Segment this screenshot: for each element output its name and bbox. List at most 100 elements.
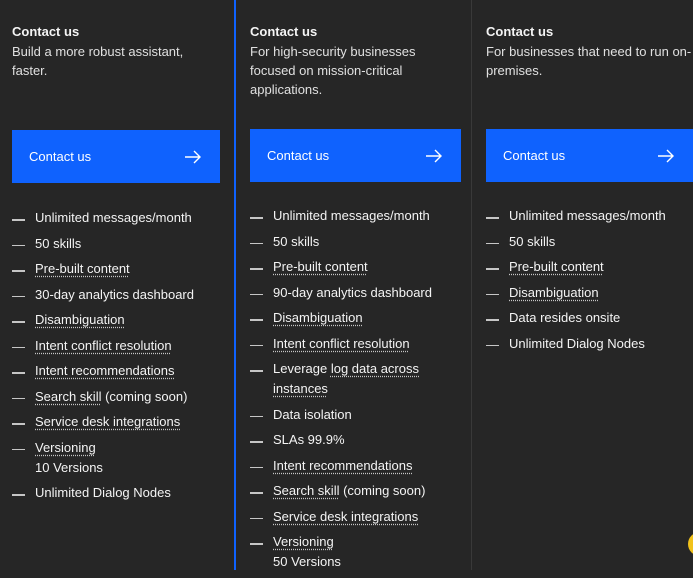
feature-item: Leverage log data across instances — [250, 359, 465, 399]
dash-icon — [250, 242, 263, 244]
feature-item: Search skill (coming soon) — [250, 481, 465, 501]
dash-icon — [486, 268, 499, 270]
feature-link[interactable]: Pre-built content — [273, 259, 368, 274]
dash-icon — [486, 242, 499, 244]
dash-icon — [250, 441, 263, 443]
feature-item: Service desk integrations — [12, 412, 227, 432]
feature-text: 50 skills — [509, 233, 556, 249]
feature-item: Service desk integrations — [250, 507, 465, 527]
feature-item: Disambiguation — [250, 308, 465, 328]
feature-link[interactable]: Intent conflict resolution — [35, 338, 172, 353]
feature-item: Pre-built content — [486, 257, 693, 277]
plan-title: Contact us — [486, 24, 554, 39]
dash-icon — [250, 543, 263, 545]
dash-icon — [486, 293, 499, 295]
contact-us-button[interactable]: Contact us — [12, 130, 220, 183]
dash-icon — [250, 517, 263, 519]
feature-item: Pre-built content — [250, 257, 465, 277]
feature-text: Leverage — [273, 361, 331, 376]
feature-item: Intent conflict resolution — [12, 336, 227, 356]
feature-item: Pre-built content — [12, 259, 227, 279]
feature-item: Unlimited messages/month — [12, 208, 227, 228]
feature-link[interactable]: Versioning — [35, 440, 96, 455]
feature-item: Unlimited messages/month — [486, 206, 693, 226]
dash-icon — [12, 372, 25, 374]
feature-link[interactable]: Search skill — [273, 483, 339, 498]
dash-icon — [12, 494, 25, 496]
feature-link[interactable]: Pre-built content — [35, 261, 130, 276]
dash-icon — [486, 217, 499, 219]
arrow-right-icon — [185, 150, 201, 163]
dash-icon — [12, 270, 25, 272]
feature-item: Versioning 50 Versions — [250, 532, 465, 572]
feature-subtext: 50 Versions — [273, 554, 341, 569]
contact-us-button[interactable]: Contact us — [250, 129, 461, 182]
dash-icon — [250, 344, 263, 346]
dash-icon — [250, 370, 263, 372]
arrow-right-icon — [658, 149, 674, 162]
dash-icon — [12, 219, 25, 221]
feature-suffix: (coming soon) — [101, 388, 188, 404]
feature-link[interactable]: Service desk integrations — [35, 414, 180, 429]
feature-text: Unlimited messages/month — [509, 208, 666, 223]
feature-text: SLAs 99.9% — [273, 432, 345, 447]
feature-item: Intent recommendations — [12, 361, 227, 381]
contact-us-button[interactable]: Contact us — [486, 129, 693, 182]
feature-item: Unlimited Dialog Nodes — [486, 334, 693, 354]
plan-description: For high-security businesses focused on … — [250, 44, 416, 97]
dash-icon — [250, 217, 263, 219]
arrow-right-icon — [426, 149, 442, 162]
feature-item: Data resides onsite — [486, 308, 693, 328]
feature-link[interactable]: Disambiguation — [273, 310, 363, 325]
feature-link[interactable]: Intent conflict resolution — [273, 336, 410, 351]
dash-icon — [12, 321, 25, 323]
feature-text: Data resides onsite — [509, 310, 621, 325]
feature-item: 50 skills — [250, 232, 465, 252]
plan-description: For businesses that need to run on-premi… — [486, 44, 692, 78]
feature-text: 90-day analytics dashboard — [273, 284, 432, 300]
feature-item: Intent conflict resolution — [250, 334, 465, 354]
plan-card-3: Contact us For businesses that need to r… — [471, 0, 693, 570]
dash-icon — [250, 415, 263, 417]
feature-link[interactable]: Search skill — [35, 389, 101, 404]
feature-list: Unlimited messages/month 50 skills Pre-bui… — [250, 206, 465, 578]
feature-link[interactable]: Disambiguation — [35, 312, 125, 327]
contact-us-label: Contact us — [503, 148, 566, 163]
feature-list: Unlimited messages/month 50 skills Pre-bui… — [12, 208, 227, 509]
feature-link[interactable]: Intent recommendations — [35, 363, 174, 378]
feature-item: Intent recommendations — [250, 456, 465, 476]
feature-text: Unlimited Dialog Nodes — [509, 335, 645, 351]
dash-icon — [12, 346, 25, 348]
feature-list: Unlimited messages/month 50 skills Pre-bui… — [486, 206, 693, 359]
feature-text: Data isolation — [273, 406, 352, 422]
feature-suffix: (coming soon) — [339, 483, 426, 498]
dash-icon — [250, 293, 263, 295]
plan-card-2: Contact us For high-security businesses … — [234, 0, 472, 570]
feature-text: Unlimited messages/month — [35, 210, 192, 225]
contact-us-label: Contact us — [29, 149, 92, 164]
feature-text: 50 skills — [35, 235, 82, 251]
dash-icon — [250, 492, 263, 494]
feature-link[interactable]: Pre-built content — [509, 259, 604, 274]
feature-text: Unlimited messages/month — [273, 208, 430, 223]
feature-link[interactable]: Intent recommendations — [273, 458, 412, 473]
plan-card-1: Contact us Build a more robust assistant… — [0, 0, 234, 570]
feature-item: Unlimited messages/month — [250, 206, 465, 226]
dash-icon — [486, 319, 499, 321]
dash-icon — [250, 466, 263, 468]
plan-description: Build a more robust assistant, faster. — [12, 44, 184, 78]
feature-link[interactable]: Service desk integrations — [273, 509, 418, 524]
feature-item: 50 skills — [12, 234, 227, 254]
dash-icon — [12, 295, 25, 297]
feature-text: 30-day analytics dashboard — [35, 286, 194, 302]
feature-item: Unlimited Dialog Nodes — [12, 483, 227, 503]
feature-item: 30-day analytics dashboard — [12, 285, 227, 305]
feature-link[interactable]: Versioning — [273, 534, 334, 549]
dash-icon — [12, 244, 25, 246]
feature-subtext: 10 Versions — [35, 459, 103, 475]
feature-item: SLAs 99.9% — [250, 430, 465, 450]
feature-link[interactable]: Disambiguation — [509, 285, 599, 300]
plan-title: Contact us — [12, 24, 80, 39]
feature-item: Versioning 10 Versions — [12, 438, 227, 478]
dash-icon — [12, 423, 25, 425]
